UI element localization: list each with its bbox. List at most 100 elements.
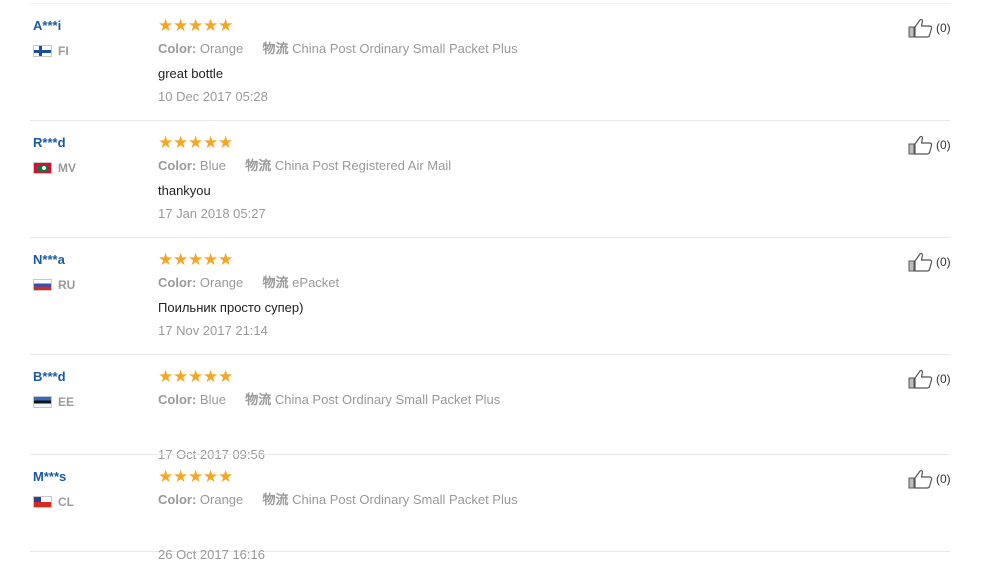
estonia-flag-icon: [33, 396, 52, 408]
color-value: Blue: [199, 392, 226, 407]
review-date: 10 Dec 2017 05:28: [158, 89, 268, 104]
review-comment: Поильник просто супер): [158, 300, 304, 315]
star-icon: ★: [203, 367, 219, 386]
star-icon: ★: [188, 367, 204, 386]
reviewer-info: A***i FI: [33, 18, 143, 58]
review-content: ★ ★ ★ ★ ★ Color: Orange 物流 China Post Ordina…: [158, 467, 798, 563]
reviewer-name[interactable]: B***d: [33, 369, 143, 385]
review-content: ★ ★ ★ ★ ★ Color: Blue 物流 China Post Ordinary…: [158, 367, 798, 463]
reviewer-info: B***d EE: [33, 369, 143, 409]
reviewer-country: RU: [33, 278, 143, 292]
thumbs-up-icon[interactable]: [908, 135, 934, 155]
color-label: Color:: [158, 492, 197, 507]
finland-flag-icon: [33, 45, 52, 57]
helpful-button[interactable]: (0): [908, 469, 951, 489]
review-item: N***a RU ★ ★ ★ ★ ★ Color: Orange 物流 ePacket …: [30, 237, 951, 354]
review-item: M***s CL ★ ★ ★ ★ ★ Color: Orange 物流 China Po…: [30, 454, 951, 562]
star-icon: ★: [173, 250, 189, 269]
color-value: Orange: [199, 41, 244, 56]
star-icon: ★: [203, 250, 219, 269]
thumbs-up-icon[interactable]: [908, 18, 934, 38]
review-date: 17 Jan 2018 05:27: [158, 206, 266, 221]
star-icon: ★: [158, 250, 174, 269]
reviewer-country: CL: [33, 495, 143, 509]
shipping-label: 物流: [262, 275, 289, 290]
review-comment: [158, 517, 798, 533]
color-label: Color:: [158, 275, 197, 290]
order-attributes: Color: Orange 物流 China Post Ordinary Sma…: [158, 492, 798, 508]
star-rating: ★ ★ ★ ★ ★: [158, 250, 798, 269]
reviewer-info: N***a RU: [33, 252, 143, 292]
reviewer-country: FI: [33, 44, 143, 58]
order-attributes: Color: Orange 物流 ePacket: [158, 275, 798, 291]
country-code: MV: [58, 161, 76, 175]
star-icon: ★: [188, 133, 204, 152]
color-label: Color:: [158, 41, 197, 56]
star-icon: ★: [203, 16, 219, 35]
review-comment: [158, 417, 798, 433]
order-attributes: Color: Blue 物流 China Post Registered Air…: [158, 158, 798, 174]
chile-flag-icon: [33, 496, 52, 508]
shipping-label: 物流: [262, 41, 289, 56]
color-label: Color:: [158, 158, 197, 173]
color-value: Orange: [199, 275, 244, 290]
helpful-button[interactable]: (0): [908, 252, 951, 272]
review-content: ★ ★ ★ ★ ★ Color: Orange 物流 ePacket Поильник …: [158, 250, 798, 339]
star-icon: ★: [218, 250, 234, 269]
star-rating: ★ ★ ★ ★ ★: [158, 367, 798, 386]
star-icon: ★: [203, 133, 219, 152]
star-icon: ★: [203, 467, 219, 486]
star-icon: ★: [218, 467, 234, 486]
star-icon: ★: [173, 367, 189, 386]
review-item: A***i FI ★ ★ ★ ★ ★ Color: Orange 物流 China Po…: [30, 3, 951, 120]
review-content: ★ ★ ★ ★ ★ Color: Blue 物流 China Post Register…: [158, 133, 798, 222]
reviewer-info: R***d MV: [33, 135, 143, 175]
helpful-count: (0): [936, 255, 951, 269]
reviewer-country: EE: [33, 395, 143, 409]
review-date: 26 Oct 2017 16:16: [158, 547, 265, 562]
star-icon: ★: [173, 133, 189, 152]
helpful-count: (0): [936, 138, 951, 152]
review-item: B***d EE ★ ★ ★ ★ ★ Color: Blue 物流 China Post…: [30, 354, 951, 462]
reviewer-info: M***s CL: [33, 469, 143, 509]
helpful-count: (0): [936, 472, 951, 486]
star-icon: ★: [158, 467, 174, 486]
thumbs-up-icon[interactable]: [908, 252, 934, 272]
shipping-value: China Post Registered Air Mail: [274, 158, 452, 173]
reviewer-country: MV: [33, 161, 143, 175]
country-code: CL: [58, 495, 74, 509]
russia-flag-icon: [33, 279, 52, 291]
shipping-label: 物流: [262, 492, 289, 507]
order-attributes: Color: Blue 物流 China Post Ordinary Small…: [158, 392, 798, 408]
shipping-value: ePacket: [292, 275, 340, 290]
star-icon: ★: [173, 467, 189, 486]
reviewer-name[interactable]: M***s: [33, 469, 143, 485]
thumbs-up-icon[interactable]: [908, 469, 934, 489]
helpful-button[interactable]: (0): [908, 18, 951, 38]
star-icon: ★: [188, 467, 204, 486]
star-icon: ★: [188, 16, 204, 35]
star-icon: ★: [173, 16, 189, 35]
helpful-button[interactable]: (0): [908, 369, 951, 389]
reviewer-name[interactable]: A***i: [33, 18, 143, 34]
shipping-value: China Post Ordinary Small Packet Plus: [292, 492, 518, 507]
helpful-count: (0): [936, 372, 951, 386]
star-icon: ★: [158, 367, 174, 386]
star-icon: ★: [158, 16, 174, 35]
star-rating: ★ ★ ★ ★ ★: [158, 133, 798, 152]
review-comment: thankyou: [158, 183, 211, 198]
review-date: 17 Nov 2017 21:14: [158, 323, 268, 338]
reviewer-name[interactable]: R***d: [33, 135, 143, 151]
order-attributes: Color: Orange 物流 China Post Ordinary Sma…: [158, 41, 798, 57]
maldives-flag-icon: [33, 162, 52, 174]
star-icon: ★: [158, 133, 174, 152]
thumbs-up-icon[interactable]: [908, 369, 934, 389]
star-icon: ★: [218, 367, 234, 386]
country-code: EE: [58, 395, 75, 409]
reviewer-name[interactable]: N***a: [33, 252, 143, 268]
review-comment: great bottle: [158, 66, 224, 81]
country-code: RU: [58, 278, 76, 292]
shipping-label: 物流: [245, 158, 272, 173]
shipping-value: China Post Ordinary Small Packet Plus: [292, 41, 518, 56]
helpful-button[interactable]: (0): [908, 135, 951, 155]
